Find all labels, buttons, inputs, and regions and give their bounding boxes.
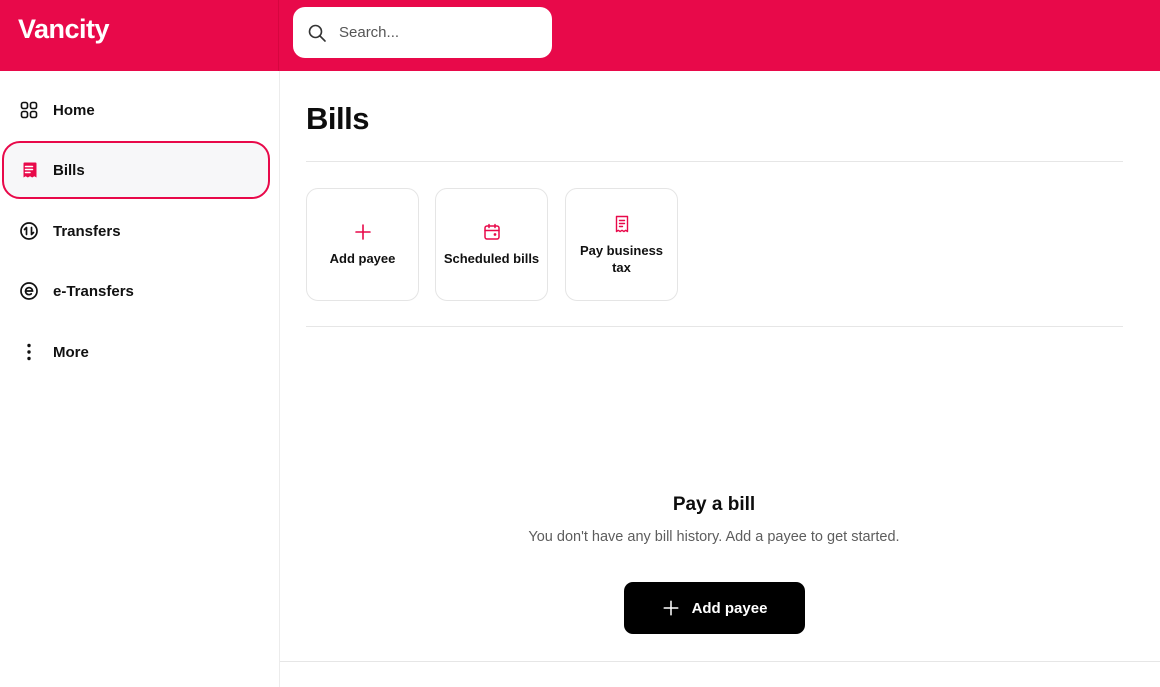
main-content: Bills Add payee Scheduled bills Pay busi… [280, 71, 1160, 687]
sidebar-item-e-transfers[interactable]: e-Transfers [2, 262, 270, 320]
tile-label: Add payee [329, 251, 396, 266]
vancity-logo[interactable]: Vancity [18, 14, 110, 45]
sidebar-item-label: Home [53, 101, 95, 119]
sidebar-item-label: Transfers [53, 222, 121, 240]
search-input[interactable] [339, 24, 529, 41]
e-transfer-icon [19, 281, 39, 301]
empty-state-title: Pay a bill [672, 494, 756, 515]
receipt-icon [19, 160, 39, 180]
sidebar-item-transfers[interactable]: Transfers [2, 202, 270, 260]
scheduled-bills-tile[interactable]: Scheduled bills [435, 188, 548, 301]
page-title: Bills [306, 101, 369, 136]
tile-label: Scheduled bills [443, 251, 540, 266]
add-payee-tile[interactable]: Add payee [306, 188, 419, 301]
sidebar-item-home[interactable]: Home [2, 81, 270, 139]
sidebar-item-label: Bills [53, 161, 85, 179]
pay-business-tax-tile[interactable]: Pay business tax [565, 188, 678, 301]
add-payee-button[interactable]: Add payee [624, 582, 805, 634]
plus-icon [663, 600, 679, 616]
tile-label: Pay business tax [579, 242, 664, 275]
divider [306, 326, 1123, 327]
empty-state-description: You don't have any bill history. Add a p… [528, 529, 900, 545]
search-box[interactable] [293, 7, 552, 58]
calendar-icon [483, 223, 500, 240]
sidebar-item-label: e-Transfers [53, 282, 134, 300]
receipt-icon [615, 215, 628, 232]
transfer-arrows-icon [19, 221, 39, 241]
divider [306, 161, 1123, 162]
top-bar: Vancity [0, 0, 1160, 71]
sidebar-item-more[interactable]: More [2, 323, 270, 381]
search-icon [308, 24, 326, 42]
more-vertical-icon [19, 342, 39, 362]
grid-icon [19, 100, 39, 120]
add-payee-button-label: Add payee [691, 599, 768, 617]
divider [280, 661, 1160, 662]
sidebar-item-bills[interactable]: Bills [2, 141, 270, 199]
sidebar-item-label: More [53, 343, 89, 361]
brand-area: Vancity [0, 0, 279, 71]
sidebar: Home Bills Transfers e-Transfers More [0, 71, 280, 687]
plus-icon [354, 224, 371, 240]
